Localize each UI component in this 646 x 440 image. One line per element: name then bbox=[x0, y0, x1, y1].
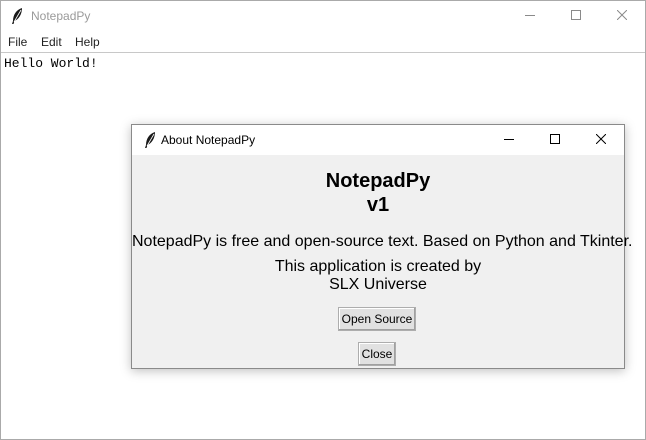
close-icon bbox=[616, 7, 628, 25]
menu-file[interactable]: File bbox=[8, 35, 27, 49]
close-icon bbox=[595, 131, 607, 149]
author-name: SLX Universe bbox=[329, 276, 427, 293]
dialog-titlebar[interactable]: About NotepadPy bbox=[132, 125, 624, 155]
version-label: v1 bbox=[366, 194, 390, 216]
app-name-heading: NotepadPy bbox=[325, 170, 431, 192]
close-dialog-button[interactable]: Close bbox=[358, 342, 396, 366]
feather-icon bbox=[143, 131, 157, 149]
about-dialog: About NotepadPy NotepadPy v1 NotepadPy i… bbox=[131, 124, 633, 369]
dialog-title: About NotepadPy bbox=[161, 133, 256, 147]
open-source-button[interactable]: Open Source bbox=[338, 307, 416, 331]
minimize-icon bbox=[525, 7, 535, 25]
description-text: NotepadPy is free and open-source text. … bbox=[132, 233, 633, 250]
dialog-maximize-button[interactable] bbox=[532, 125, 578, 155]
menu-help[interactable]: Help bbox=[75, 35, 100, 49]
maximize-button[interactable] bbox=[553, 1, 599, 31]
menu-edit[interactable]: Edit bbox=[41, 35, 62, 49]
menu-bar: File Edit Help bbox=[1, 32, 645, 53]
window-title: NotepadPy bbox=[31, 9, 91, 23]
dialog-close-button[interactable] bbox=[578, 125, 624, 155]
minimize-icon bbox=[504, 131, 514, 149]
main-titlebar[interactable]: NotepadPy bbox=[1, 1, 645, 31]
maximize-icon bbox=[571, 7, 581, 25]
close-button[interactable] bbox=[599, 1, 645, 31]
dialog-body: NotepadPy v1 NotepadPy is free and open-… bbox=[132, 155, 633, 368]
minimize-button[interactable] bbox=[507, 1, 553, 31]
feather-icon bbox=[10, 7, 24, 25]
dialog-minimize-button[interactable] bbox=[486, 125, 532, 155]
maximize-icon bbox=[550, 131, 560, 149]
credits-text: This application is created by bbox=[274, 258, 482, 275]
